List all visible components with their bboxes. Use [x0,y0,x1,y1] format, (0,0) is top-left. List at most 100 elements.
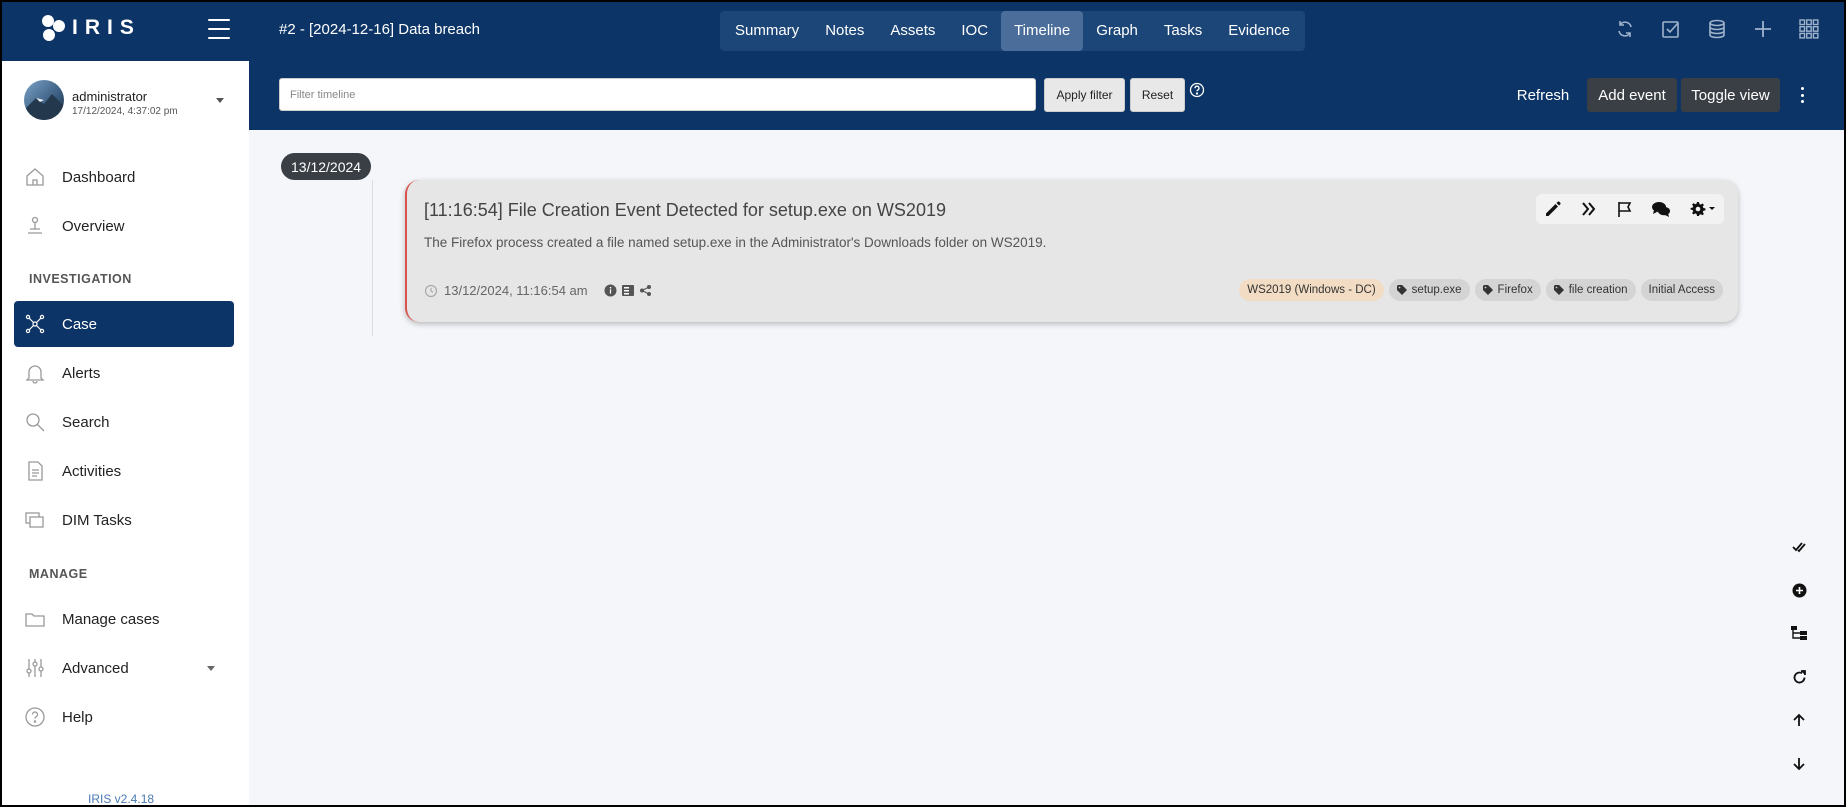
iris-logo[interactable]: IRIS [40,14,141,42]
chevron-down-icon [207,666,215,671]
edit-pencil-icon[interactable] [1542,198,1564,220]
tab-timeline[interactable]: Timeline [1001,11,1084,51]
info-icon[interactable] [604,284,617,297]
event-title: [11:16:54] File Creation Event Detected … [424,200,946,220]
event-tag[interactable]: Firefox [1474,279,1541,301]
arrow-down-icon[interactable] [1790,755,1808,773]
tab-notes[interactable]: Notes [812,11,877,51]
sidebar: administrator 17/12/2024, 4:37:02 pm Das… [0,61,249,807]
top-navbar: IRIS #2 - [2024-12-16] Data breach Summa… [0,0,1846,61]
refresh-button[interactable]: Refresh [1503,78,1583,112]
event-tag-label: setup.exe [1411,284,1462,296]
check-all-icon[interactable] [1790,538,1808,556]
sidebar-toggle-icon[interactable] [208,19,230,39]
windows-icon [25,512,44,528]
check-square-icon[interactable] [1659,17,1683,41]
sidebar-item-dim-tasks[interactable]: DIM Tasks [14,497,234,543]
event-action-toolbar [1536,194,1724,224]
version-link[interactable]: IRIS v2.4.18 [88,792,154,806]
tab-ioc[interactable]: IOC [948,11,1001,51]
add-event-button[interactable]: Add event [1587,78,1677,112]
sidebar-item-label: Dashboard [62,168,136,186]
sidebar-item-overview[interactable]: Overview [14,203,234,249]
tag-icon [1553,285,1564,295]
sigma-hunt-icon[interactable] [1578,198,1600,220]
event-meta: 13/12/2024, 11:16:54 am [424,283,652,298]
arrow-up-icon[interactable] [1790,711,1808,729]
bell-icon [25,365,45,384]
sidebar-item-label: DIM Tasks [62,511,132,529]
section-manage: MANAGE [29,567,88,581]
sidebar-item-help[interactable]: Help [14,694,234,740]
database-icon[interactable] [1705,17,1729,41]
share-nodes-icon[interactable] [639,284,652,297]
timeline-line [372,180,373,336]
tag-icon [1396,285,1407,295]
sidebar-item-label: Overview [62,217,125,235]
asset-tag[interactable]: WS2019 (Windows - DC) [1239,279,1384,301]
timeline-event-card[interactable]: [11:16:54] File Creation Event Detected … [405,180,1738,322]
avatar[interactable] [24,80,64,120]
gear-icon[interactable] [1686,198,1718,220]
asset-tag-label: WS2019 (Windows - DC) [1247,284,1376,296]
category-tag-label: Initial Access [1648,284,1715,296]
sidebar-item-alerts[interactable]: Alerts [14,350,234,396]
comments-icon[interactable] [1650,198,1672,220]
sidebar-item-label: Manage cases [62,610,160,628]
logo-text: IRIS [72,16,141,39]
event-tag[interactable]: file creation [1545,279,1636,301]
user-name: administrator [72,89,148,104]
sync-icon[interactable] [1613,17,1637,41]
sidebar-item-dashboard[interactable]: Dashboard [14,154,234,200]
user-last-login: 17/12/2024, 4:37:02 pm [72,106,178,117]
apply-filter-button[interactable]: Apply filter [1044,78,1125,112]
tab-evidence[interactable]: Evidence [1215,11,1303,51]
event-tag-label: Firefox [1497,284,1533,296]
overview-icon [28,216,42,234]
home-icon [26,168,44,186]
timeline-date-badge: 13/12/2024 [281,153,372,180]
event-datetime: 13/12/2024, 11:16:54 am [444,283,588,298]
tab-summary[interactable]: Summary [722,11,812,51]
filter-timeline-input[interactable] [279,78,1036,111]
sidebar-item-label: Activities [62,462,122,480]
event-tags: WS2019 (Windows - DC) setup.exe Firefox … [1239,279,1723,301]
tab-assets[interactable]: Assets [877,11,948,51]
category-tag[interactable]: Initial Access [1640,279,1723,301]
section-investigation: INVESTIGATION [29,272,132,286]
case-network-icon [25,314,45,334]
reload-icon[interactable] [1790,668,1808,686]
server-icon[interactable] [621,284,635,297]
tree-view-icon[interactable] [1790,624,1808,642]
more-options-icon[interactable] [1797,87,1807,103]
tab-tasks[interactable]: Tasks [1151,11,1215,51]
plus-icon[interactable] [1751,17,1775,41]
sidebar-item-manage-cases[interactable]: Manage cases [14,596,234,642]
sidebar-item-search[interactable]: Search [14,399,234,445]
search-icon [26,413,45,432]
toggle-view-button[interactable]: Toggle view [1681,78,1780,112]
sidebar-item-case[interactable]: Case [14,301,234,347]
reset-button[interactable]: Reset [1130,78,1185,112]
folder-icon [25,613,45,627]
user-menu-caret-icon[interactable] [216,98,224,103]
add-circle-icon[interactable] [1790,581,1808,599]
clock-icon [424,284,438,297]
event-tag-label: file creation [1568,284,1628,296]
iris-logo-icon [42,15,65,41]
sidebar-item-label: Help [62,708,93,726]
sidebar-item-activities[interactable]: Activities [14,448,234,494]
user-box: administrator 17/12/2024, 4:37:02 pm [0,61,249,136]
tab-graph[interactable]: Graph [1083,11,1151,51]
question-circle-icon[interactable] [1189,82,1205,98]
sidebar-item-label: Search [62,413,110,431]
sidebar-item-label: Advanced [62,659,129,677]
sidebar-item-label: Alerts [62,364,101,382]
event-tag[interactable]: setup.exe [1388,279,1470,301]
sidebar-item-advanced[interactable]: Advanced [14,645,234,691]
sidebar-item-label: Case [62,315,98,333]
grid-icon[interactable] [1797,17,1821,41]
sliders-icon [26,659,44,677]
flag-icon[interactable] [1614,198,1636,220]
help-circle-icon [25,707,45,727]
